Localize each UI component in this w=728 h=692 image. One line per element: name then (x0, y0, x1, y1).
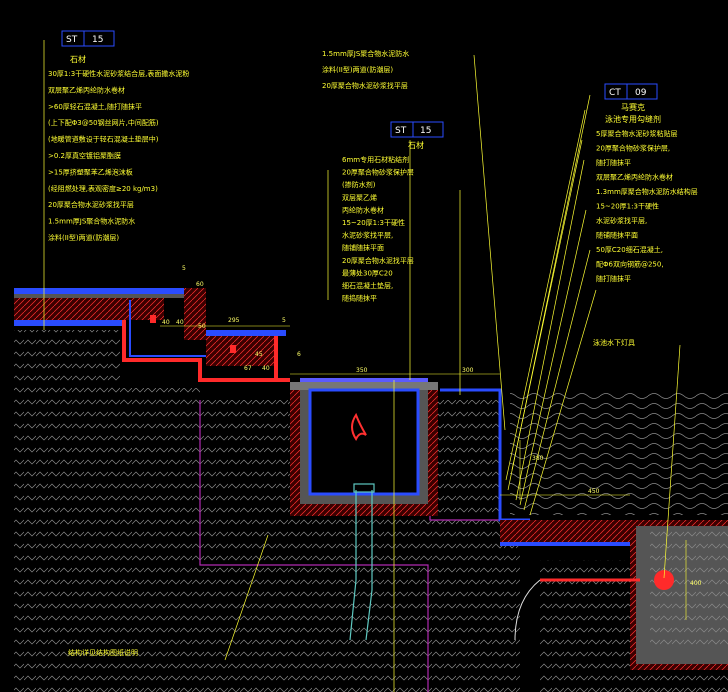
notes-mid-line: 水泥砂浆找平层, (342, 231, 393, 240)
notes-mid-line: 双层聚乙烯 (342, 193, 377, 202)
tag-code: CT (609, 88, 621, 98)
tag-st-left: ST 15 石材 (61, 30, 115, 64)
dim-45: 45 (255, 351, 263, 358)
notes-right-line: 50厚C20细石混凝土, (596, 245, 663, 254)
tag-ct-right: CT 09 马赛克 泳池专用勾缝剂 (604, 83, 661, 124)
dim-40c: 40 (262, 365, 270, 372)
notes-right-line: 随打随抹平 (596, 274, 631, 283)
drain-trench (290, 378, 438, 516)
notes-mid-line: 15~20厚1:3干硬性 (342, 218, 405, 227)
notes-left-line: 20厚聚合物水泥砂浆找平层 (48, 200, 134, 209)
notes-mid-line: 最薄处30厚C20 (342, 268, 393, 277)
notes-mid-top-line: 涂料(II型)两道(防潮层) (322, 65, 393, 74)
notes-right-line: 水泥砂浆找平层, (596, 216, 647, 225)
dim-295: 295 (228, 317, 240, 324)
dim-450: 450 (588, 488, 600, 495)
notes-right-line: 5厚聚合物水泥砂浆粘贴层 (596, 129, 677, 138)
notes-mid-line: 细石混凝土垫层, (342, 281, 393, 290)
dim-350: 350 (356, 367, 368, 374)
notes-mid-line: 随铺随抹平面 (342, 243, 384, 252)
pool-water (510, 390, 728, 515)
notes-mid: 6mm专用石材粘结剂 20厚聚合物砂浆保护层 (掺防水剂) 双层聚乙烯丙纶防水卷材 15… (342, 155, 414, 303)
notes-mid-line: 6mm专用石材粘结剂 (342, 155, 409, 164)
notes-left-line: 30厚1:3干硬性水泥砂浆结合层,表面撒水泥粉 (48, 69, 189, 78)
tag-num: 15 (92, 35, 103, 45)
notes-mid-top-line: 20厚聚合物水泥砂浆找平层 (322, 81, 408, 90)
notes-left: 30厚1:3干硬性水泥砂浆结合层,表面撒水泥粉双层聚乙烯丙纶防水卷材 >60厚轻石… (48, 69, 189, 242)
notes-right: 5厚聚合物水泥砂浆粘贴层20厚聚合物砂浆保护层,随打随抹平双层聚乙烯丙纶防水卷材… (596, 129, 698, 283)
notes-right-line: 15~20厚1:3干硬性 (596, 202, 659, 211)
dim-400: 400 (690, 580, 702, 587)
notes-left-line: (上下配Φ3@50钢丝网片,中间配筋) (48, 118, 159, 127)
structure-label: 结构详见结构图纸说明 (68, 648, 138, 657)
notes-mid-line: 随捣随抹平 (342, 294, 377, 303)
notes-mid-line: 丙纶防水卷材 (342, 205, 384, 214)
notes-right-line: 随铺随抹平面 (596, 231, 638, 240)
notes-right-line: 1.3mm厚聚合物水泥防水结构层 (596, 187, 698, 196)
tag-name: 马赛克 (621, 102, 645, 112)
dim-300: 300 (462, 367, 474, 374)
tag-name: 石材 (408, 140, 424, 150)
dim-50: 50 (198, 323, 206, 330)
tag-num: 09 (635, 88, 647, 98)
notes-mid-line: 20厚聚合物水泥找平层 (342, 256, 414, 265)
pool-light-label: 泳池水下灯具 (593, 338, 635, 347)
tag-code: ST (66, 35, 78, 45)
dim-60: 60 (196, 281, 204, 288)
notes-left-line: (地暖管道敷设于轻石混凝土垫层中) (48, 135, 159, 144)
notes-left-line: >15厚挤塑聚苯乙烯泡沫板 (48, 167, 133, 176)
notes-mid-line: 20厚聚合物砂浆保护层 (342, 168, 414, 177)
tag-code: ST (395, 126, 407, 136)
notes-left-line: 双层聚乙烯丙纶防水卷材 (48, 85, 125, 94)
notes-left-line: >0.2厚真空镀铝聚酯膜 (48, 151, 121, 160)
notes-left-line: 1.5mm厚JS聚合物水泥防水 (48, 217, 135, 226)
dim-6: 6 (297, 351, 301, 358)
notes-left-line: 涂料(II型)两道(防潮层) (48, 233, 119, 242)
dim-67: 67 (244, 365, 252, 372)
notes-mid-top-line: 1.5mm厚JS聚合物水泥防水 (322, 49, 409, 58)
cad-drawing: ST 15 石材 ST 15 石材 CT 09 马赛克 泳池专用勾缝剂 30厚1… (0, 0, 728, 692)
dim-380: 380 (532, 455, 544, 462)
notes-mid-line: (掺防水剂) (342, 180, 376, 189)
tag-subname: 泳池专用勾缝剂 (605, 114, 661, 124)
notes-mid-top: 1.5mm厚JS聚合物水泥防水涂料(II型)两道(防潮层) 20厚聚合物水泥砂浆找… (322, 49, 409, 90)
dim-5b: 5 (282, 317, 286, 324)
notes-right-line: 配Φ6双向钢筋@250, (596, 260, 664, 269)
notes-right-line: 双层聚乙烯丙纶防水卷材 (596, 173, 673, 182)
dim-40b: 40 (176, 319, 184, 326)
notes-right-line: 随打随抹平 (596, 158, 631, 167)
tag-st-mid: ST 15 石材 (390, 121, 444, 150)
tag-name: 石材 (70, 54, 86, 64)
tag-num: 15 (420, 126, 431, 136)
section-detail-svg: ST 15 石材 ST 15 石材 CT 09 马赛克 泳池专用勾缝剂 30厚1… (14, 30, 728, 692)
notes-left-line: (经阻燃处理,表观密度≥20 kg/m3) (48, 184, 158, 193)
dim-5a: 5 (182, 265, 186, 272)
dim-40a: 40 (162, 319, 170, 326)
notes-left-line: >60厚轻石混凝土,随打随抹平 (48, 102, 142, 111)
notes-right-line: 20厚聚合物砂浆保护层, (596, 144, 670, 153)
